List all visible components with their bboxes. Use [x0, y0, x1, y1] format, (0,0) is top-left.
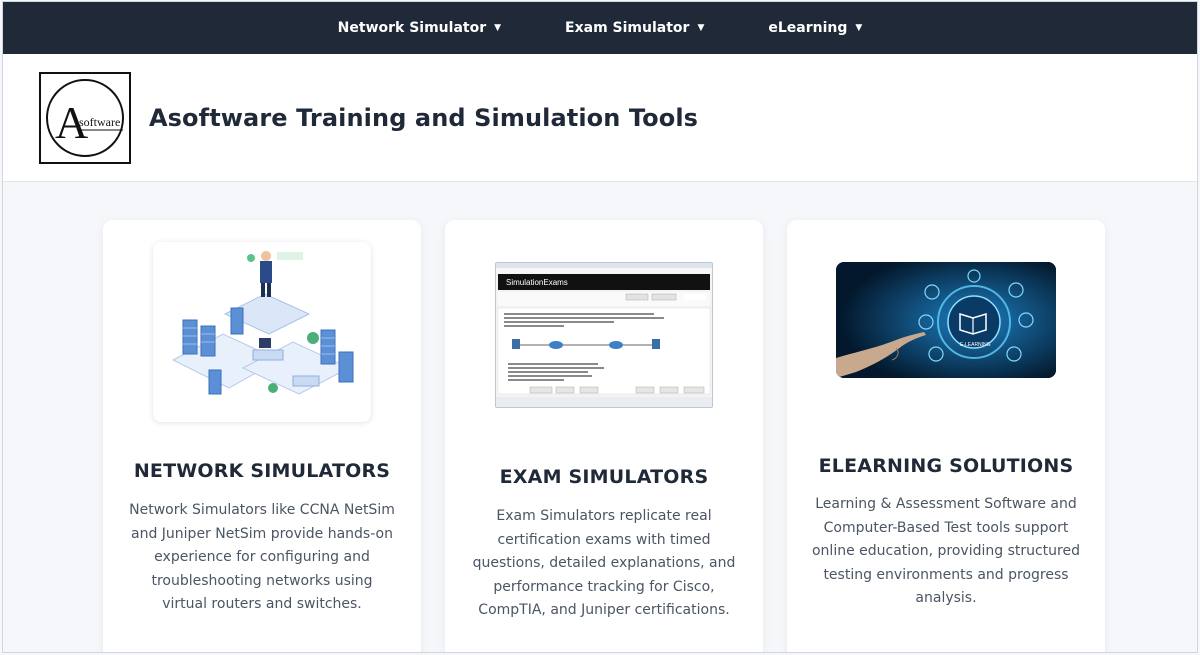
page-frame: Network Simulator ▼ Exam Simulator ▼ eLe… — [2, 1, 1198, 653]
nav-label: Network Simulator — [337, 20, 487, 36]
image-label: E-LEARNING — [960, 342, 991, 348]
logo-icon: A software — [46, 78, 124, 157]
top-navbar: Network Simulator ▼ Exam Simulator ▼ eLe… — [3, 2, 1197, 54]
card-description: Learning & Assessment Software and Compu… — [811, 496, 1080, 606]
card-title: NETWORK SIMULATORS — [133, 460, 391, 482]
card-description: Network Simulators like CCNA NetSim and … — [129, 502, 395, 612]
nav-label: Exam Simulator — [565, 20, 690, 36]
network-illustration — [153, 242, 371, 422]
caret-down-icon: ▼ — [855, 22, 863, 33]
card-exam-simulators[interactable]: SimulationExams EXAM SIMULATORS Exam Sim… — [445, 220, 763, 652]
nav-label: eLearning — [768, 20, 848, 36]
page-title: Asoftware Training and Simulation Tools — [149, 103, 699, 132]
nav-elearning[interactable]: eLearning ▼ — [738, 20, 892, 36]
site-logo[interactable]: A software — [39, 71, 131, 164]
card-title: EXAM SIMULATORS — [499, 466, 709, 488]
card-network-simulators[interactable]: NETWORK SIMULATORS Network Simulators li… — [103, 220, 421, 652]
card-description: Exam Simulators replicate real certifica… — [472, 508, 736, 618]
caret-down-icon: ▼ — [697, 22, 705, 33]
nav-network-simulator[interactable]: Network Simulator ▼ — [308, 20, 531, 36]
svg-text:software: software — [79, 115, 120, 129]
nav-exam-simulator[interactable]: Exam Simulator ▼ — [531, 20, 738, 36]
site-header: A software Asoftware Training and Simula… — [3, 54, 1197, 182]
card-elearning-solutions[interactable]: E-LEARNING ELEARNING SOLUTIONS Learning … — [787, 220, 1105, 652]
elearning-illustration: E-LEARNING — [836, 262, 1056, 378]
exam-software-screenshot: SimulationExams — [495, 262, 713, 408]
screenshot-app-name: SimulationExams — [506, 278, 568, 287]
caret-down-icon: ▼ — [494, 22, 502, 33]
card-title: ELEARNING SOLUTIONS — [818, 455, 1074, 477]
